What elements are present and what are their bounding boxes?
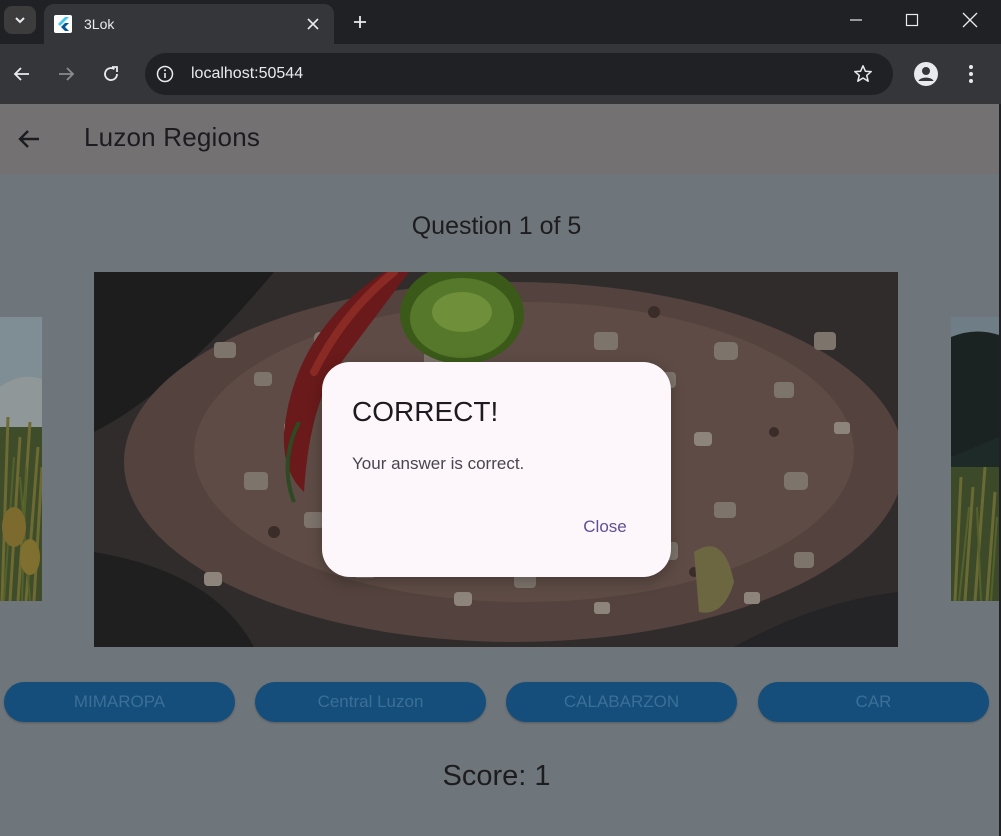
browser-toolbar: localhost:50544	[0, 44, 1001, 104]
question-counter: Question 1 of 5	[411, 212, 582, 240]
bookmark-button[interactable]	[847, 58, 879, 90]
tab-title: 3Lok	[84, 16, 115, 32]
answer-button-central-luzon[interactable]: Central Luzon	[255, 682, 486, 722]
site-info-button[interactable]	[151, 60, 179, 88]
tab-close-button[interactable]	[302, 13, 324, 35]
tab-search-button[interactable]	[4, 6, 36, 34]
arrow-left-icon[interactable]	[14, 124, 44, 154]
star-icon	[854, 65, 872, 82]
browser-menu-button[interactable]	[955, 58, 987, 90]
maximize-button[interactable]	[884, 0, 940, 40]
dialog-title: CORRECT!	[352, 396, 499, 427]
carousel-next-image[interactable]	[951, 317, 999, 601]
profile-button[interactable]	[910, 58, 942, 90]
flutter-logo-icon	[54, 15, 72, 33]
answer-button-mimaropa[interactable]: MIMAROPA	[4, 682, 235, 722]
page-title: Luzon Regions	[84, 122, 261, 152]
minimize-icon	[850, 19, 862, 21]
reload-icon	[104, 66, 118, 81]
plus-icon	[354, 16, 366, 28]
app-viewport: Luzon Regions Question 1 of 5 MIMAROPA C…	[0, 104, 999, 836]
close-icon	[307, 18, 319, 30]
person-icon	[914, 62, 938, 86]
close-button[interactable]: Close	[568, 502, 642, 552]
answer-button-car[interactable]: CAR	[758, 682, 989, 722]
url-text[interactable]: localhost:50544	[191, 65, 847, 83]
browser-tab[interactable]: 3Lok	[44, 4, 334, 44]
answer-button-calabarzon[interactable]: CALABARZON	[506, 682, 737, 722]
kebab-menu-icon	[969, 65, 973, 83]
chevron-down-icon	[15, 17, 25, 24]
window-close-button[interactable]	[942, 0, 998, 40]
dialog-message: Your answer is correct.	[352, 454, 525, 473]
info-icon	[156, 65, 174, 83]
answer-options: MIMAROPA Central Luzon CALABARZON CAR	[0, 682, 999, 722]
browser-back-button[interactable]	[6, 58, 38, 90]
arrow-right-icon	[59, 67, 75, 81]
new-tab-button[interactable]	[346, 8, 374, 36]
maximize-icon	[905, 13, 919, 27]
carousel-prev-image[interactable]	[0, 317, 42, 601]
minimize-button[interactable]	[828, 0, 884, 40]
close-icon	[962, 12, 978, 28]
app-bar: Luzon Regions	[0, 104, 999, 174]
result-dialog: CORRECT! Your answer is correct. Close	[322, 362, 671, 577]
browser-tabstrip: 3Lok	[0, 0, 1001, 44]
arrow-left-icon	[13, 67, 29, 81]
address-bar[interactable]: localhost:50544	[145, 53, 893, 95]
score-label: Score: 1	[442, 760, 551, 792]
browser-forward-button[interactable]	[50, 58, 82, 90]
browser-reload-button[interactable]	[95, 58, 127, 90]
